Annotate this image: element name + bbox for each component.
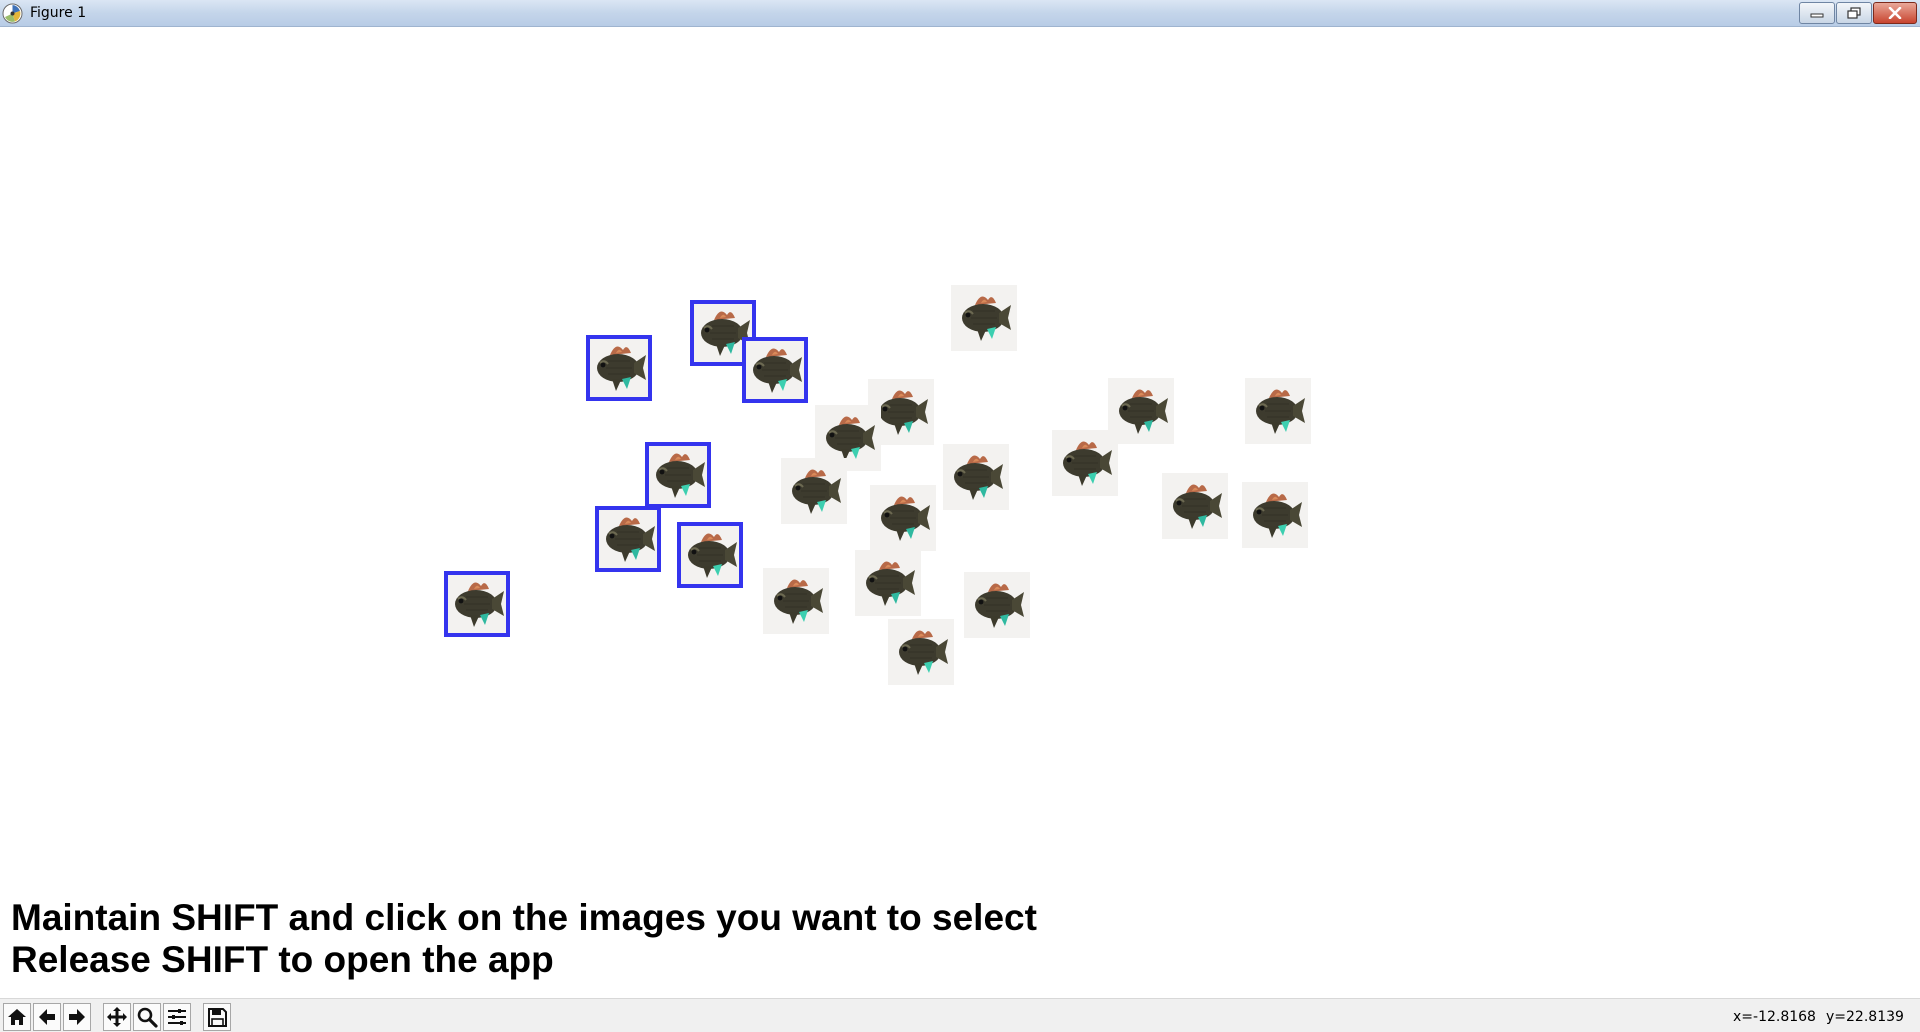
instructions-text: Maintain SHIFT and click on the images y… xyxy=(11,897,1037,981)
fish-icon xyxy=(870,485,936,551)
close-icon xyxy=(1888,7,1902,19)
fish-thumbnail[interactable] xyxy=(1052,430,1118,496)
fish-icon xyxy=(855,550,921,616)
minimize-button[interactable] xyxy=(1799,2,1835,24)
fish-thumbnail-selected[interactable] xyxy=(645,442,711,508)
floppy-icon xyxy=(206,1006,228,1028)
fish-thumbnail[interactable] xyxy=(855,550,921,616)
home-button[interactable] xyxy=(3,1003,31,1031)
python-icon xyxy=(2,3,23,24)
fish-thumbnail[interactable] xyxy=(870,485,936,551)
window-title-bar[interactable]: Figure 1 xyxy=(0,0,1920,27)
fish-thumbnail[interactable] xyxy=(763,568,829,634)
fish-thumbnail-selected[interactable] xyxy=(595,506,661,572)
restore-icon xyxy=(1847,7,1861,19)
instructions-line-1: Maintain SHIFT and click on the images y… xyxy=(11,897,1037,938)
save-button[interactable] xyxy=(203,1003,231,1031)
back-button[interactable] xyxy=(33,1003,61,1031)
forward-button[interactable] xyxy=(63,1003,91,1031)
fish-icon xyxy=(951,285,1017,351)
navigation-toolbar: x=-12.8168 y=22.8139 xyxy=(0,998,1920,1032)
fish-thumbnail[interactable] xyxy=(1245,378,1311,444)
fish-icon xyxy=(1162,473,1228,539)
magnifier-icon xyxy=(136,1006,158,1028)
fish-icon xyxy=(586,335,652,401)
x-coordinate-readout: x=-12.8168 xyxy=(1733,1009,1816,1025)
move-icon xyxy=(106,1006,128,1028)
fish-thumbnail-selected[interactable] xyxy=(444,571,510,637)
arrow-right-icon xyxy=(66,1006,88,1028)
fish-icon xyxy=(595,506,661,572)
fish-thumbnail[interactable] xyxy=(888,619,954,685)
fish-thumbnail-selected[interactable] xyxy=(677,522,743,588)
pan-button[interactable] xyxy=(103,1003,131,1031)
restore-button[interactable] xyxy=(1836,2,1872,24)
fish-thumbnail-selected[interactable] xyxy=(742,337,808,403)
configure-subplots-button[interactable] xyxy=(163,1003,191,1031)
fish-icon xyxy=(677,522,743,588)
fish-thumbnail[interactable] xyxy=(1242,482,1308,548)
fish-thumbnail[interactable] xyxy=(951,285,1017,351)
sliders-icon xyxy=(166,1006,188,1028)
instructions-line-2: Release SHIFT to open the app xyxy=(11,939,554,980)
y-coordinate-readout: y=22.8139 xyxy=(1826,1009,1904,1025)
fish-icon xyxy=(645,442,711,508)
home-icon xyxy=(6,1006,28,1028)
fish-icon xyxy=(444,571,510,637)
zoom-button[interactable] xyxy=(133,1003,161,1031)
fish-thumbnail-selected[interactable] xyxy=(586,335,652,401)
fish-thumbnail[interactable] xyxy=(1162,473,1228,539)
minimize-icon xyxy=(1810,8,1824,18)
window-title: Figure 1 xyxy=(30,5,87,21)
fish-thumbnail[interactable] xyxy=(781,458,847,524)
fish-thumbnail[interactable] xyxy=(943,444,1009,510)
fish-icon xyxy=(888,619,954,685)
close-button[interactable] xyxy=(1873,2,1917,24)
fish-icon xyxy=(964,572,1030,638)
fish-icon xyxy=(1052,430,1118,496)
fish-icon xyxy=(943,444,1009,510)
fish-icon xyxy=(1245,378,1311,444)
fish-icon xyxy=(781,458,847,524)
figure-canvas[interactable]: Maintain SHIFT and click on the images y… xyxy=(0,27,1920,998)
fish-icon xyxy=(1242,482,1308,548)
fish-thumbnail[interactable] xyxy=(964,572,1030,638)
fish-icon xyxy=(763,568,829,634)
fish-icon xyxy=(742,337,808,403)
arrow-left-icon xyxy=(36,1006,58,1028)
